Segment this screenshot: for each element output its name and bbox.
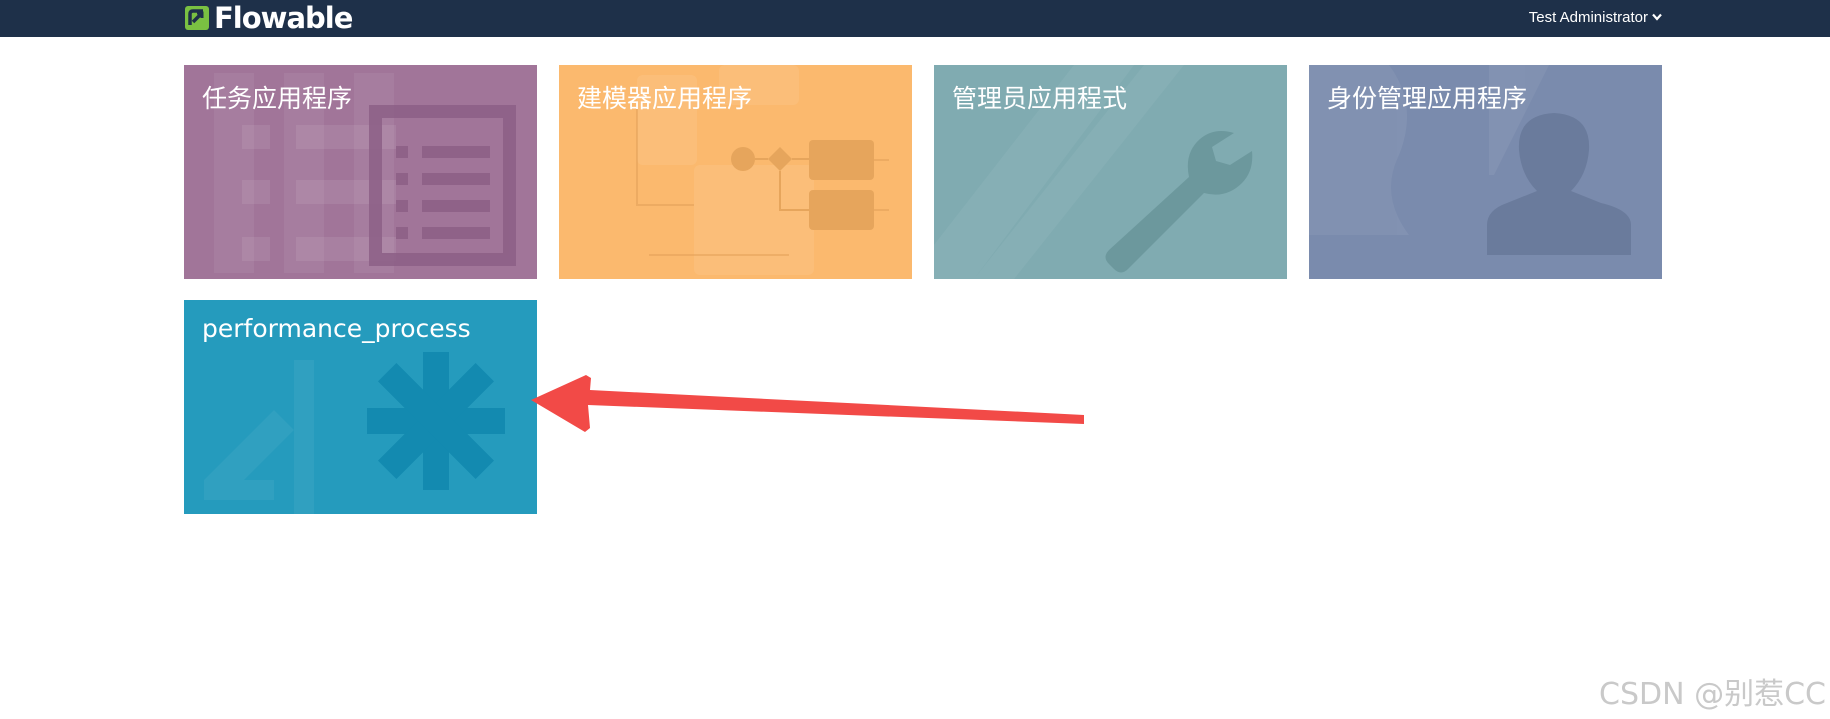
top-navbar: Flowable Test Administrator (0, 0, 1830, 37)
flowable-logo-icon (185, 6, 209, 30)
user-menu-dropdown[interactable]: Test Administrator (1529, 0, 1662, 34)
app-tile-label: performance_process (202, 314, 471, 343)
app-tile-performance-process[interactable]: performance_process (184, 300, 537, 514)
app-tile-idm[interactable]: 身份管理应用程序 (1309, 65, 1662, 279)
logo-text: Flowable (214, 1, 353, 35)
flowable-logo[interactable]: Flowable (184, 1, 353, 35)
app-tile-label: 管理员应用程式 (952, 84, 1128, 113)
user-name: Test Administrator (1528, 8, 1648, 26)
app-tile-label: 身份管理应用程序 (1327, 84, 1528, 113)
app-tile-modeler[interactable]: 建模器应用程序 (559, 65, 912, 279)
app-tile-task[interactable]: 任务应用程序 (184, 65, 537, 279)
app-tile-label: 建模器应用程序 (577, 84, 753, 113)
watermark-text: CSDN @别惹CC (1599, 677, 1826, 712)
app-tile-label: 任务应用程序 (202, 84, 353, 113)
chevron-down-icon (1652, 13, 1662, 21)
app-tile-admin[interactable]: 管理员应用程式 (934, 65, 1287, 279)
